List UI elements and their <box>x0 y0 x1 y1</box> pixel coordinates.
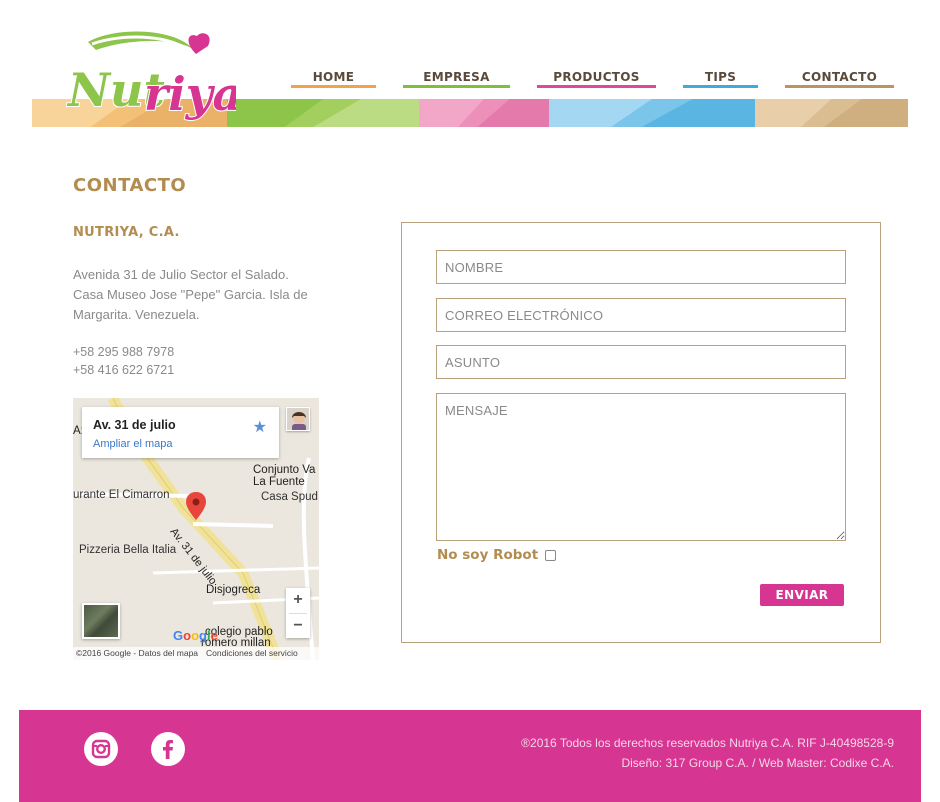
google-logo: Google <box>173 628 218 643</box>
map-copyright: ©2016 Google - Datos del mapa <box>76 648 199 658</box>
map-info-card: Av. 31 de julio Ampliar el mapa ★ <box>82 407 279 458</box>
banner-segment-green <box>227 99 419 127</box>
google-map[interactable]: A: Conjunto Va La Fuente Casa Spud urant… <box>73 398 319 660</box>
message-field[interactable] <box>436 393 846 541</box>
page-title: CONTACTO <box>73 175 187 196</box>
nutriya-logo[interactable]: Nut riya <box>66 28 236 140</box>
map-pin-icon[interactable] <box>186 492 206 520</box>
satellite-view-toggle[interactable] <box>82 603 120 639</box>
phone-number[interactable]: +58 416 622 6721 <box>73 361 174 379</box>
map-label: urante El Cimarron <box>73 489 170 501</box>
facebook-icon[interactable] <box>151 732 185 766</box>
footer-copyright: ®2016 Todos los derechos reservados Nutr… <box>521 733 894 773</box>
map-label: La Fuente <box>253 476 305 488</box>
banner-segment-blue <box>549 99 755 127</box>
zoom-in-button[interactable]: + <box>286 588 310 613</box>
banner-segment-tan <box>755 99 908 127</box>
instagram-icon[interactable] <box>84 732 118 766</box>
map-label: Pizzeria Bella Italia <box>79 544 177 556</box>
banner-segment-pink <box>419 99 549 127</box>
phone-block: +58 295 988 7978 +58 416 622 6721 <box>73 343 174 379</box>
map-terms-link[interactable]: Condiciones del servicio <box>206 648 298 658</box>
nav-home[interactable]: HOME <box>291 70 376 88</box>
map-label: Conjunto Va <box>253 464 316 476</box>
save-star-icon[interactable]: ★ <box>253 417 267 437</box>
map-attribution: ©2016 Google - Datos del mapa Condiciones… <box>73 647 319 660</box>
svg-text:riya: riya <box>144 67 236 121</box>
company-name: NUTRIYA, C.A. <box>73 225 180 240</box>
nav-empresa[interactable]: EMPRESA <box>403 70 510 88</box>
site-footer: ®2016 Todos los derechos reservados Nutr… <box>19 710 921 802</box>
email-field[interactable] <box>436 298 846 332</box>
address-block: Avenida 31 de Julio Sector el Salado. Ca… <box>73 265 333 325</box>
map-label: Casa Spud <box>261 491 318 503</box>
address-line: Avenida 31 de Julio Sector el Salado. <box>73 267 289 282</box>
subject-field[interactable] <box>436 345 846 379</box>
nav-contacto[interactable]: CONTACTO <box>785 70 894 88</box>
pegman-avatar-icon[interactable] <box>286 407 310 431</box>
not-robot-checkbox[interactable] <box>545 550 556 561</box>
zoom-out-button[interactable]: − <box>286 614 310 639</box>
footer-rights-line: ®2016 Todos los derechos reservados Nutr… <box>521 736 894 750</box>
nav-productos[interactable]: PRODUCTOS <box>537 70 656 88</box>
footer-credits-line: Diseño: 317 Group C.A. / Web Master: Cod… <box>621 756 894 770</box>
not-robot-label: No soy Robot <box>437 547 539 563</box>
map-place-name: Av. 31 de julio <box>93 418 176 432</box>
phone-number[interactable]: +58 295 988 7978 <box>73 343 174 361</box>
name-field[interactable] <box>436 250 846 284</box>
zoom-control: + − <box>286 588 310 638</box>
nav-tips[interactable]: TIPS <box>683 70 758 88</box>
address-line: Casa Museo Jose "Pepe" Garcia. Isla de <box>73 287 308 302</box>
address-line: Margarita. Venezuela. <box>73 307 200 322</box>
enlarge-map-link[interactable]: Ampliar el mapa <box>93 438 172 450</box>
map-label: Disjogreca <box>206 584 261 596</box>
send-button[interactable]: ENVIAR <box>760 584 844 606</box>
